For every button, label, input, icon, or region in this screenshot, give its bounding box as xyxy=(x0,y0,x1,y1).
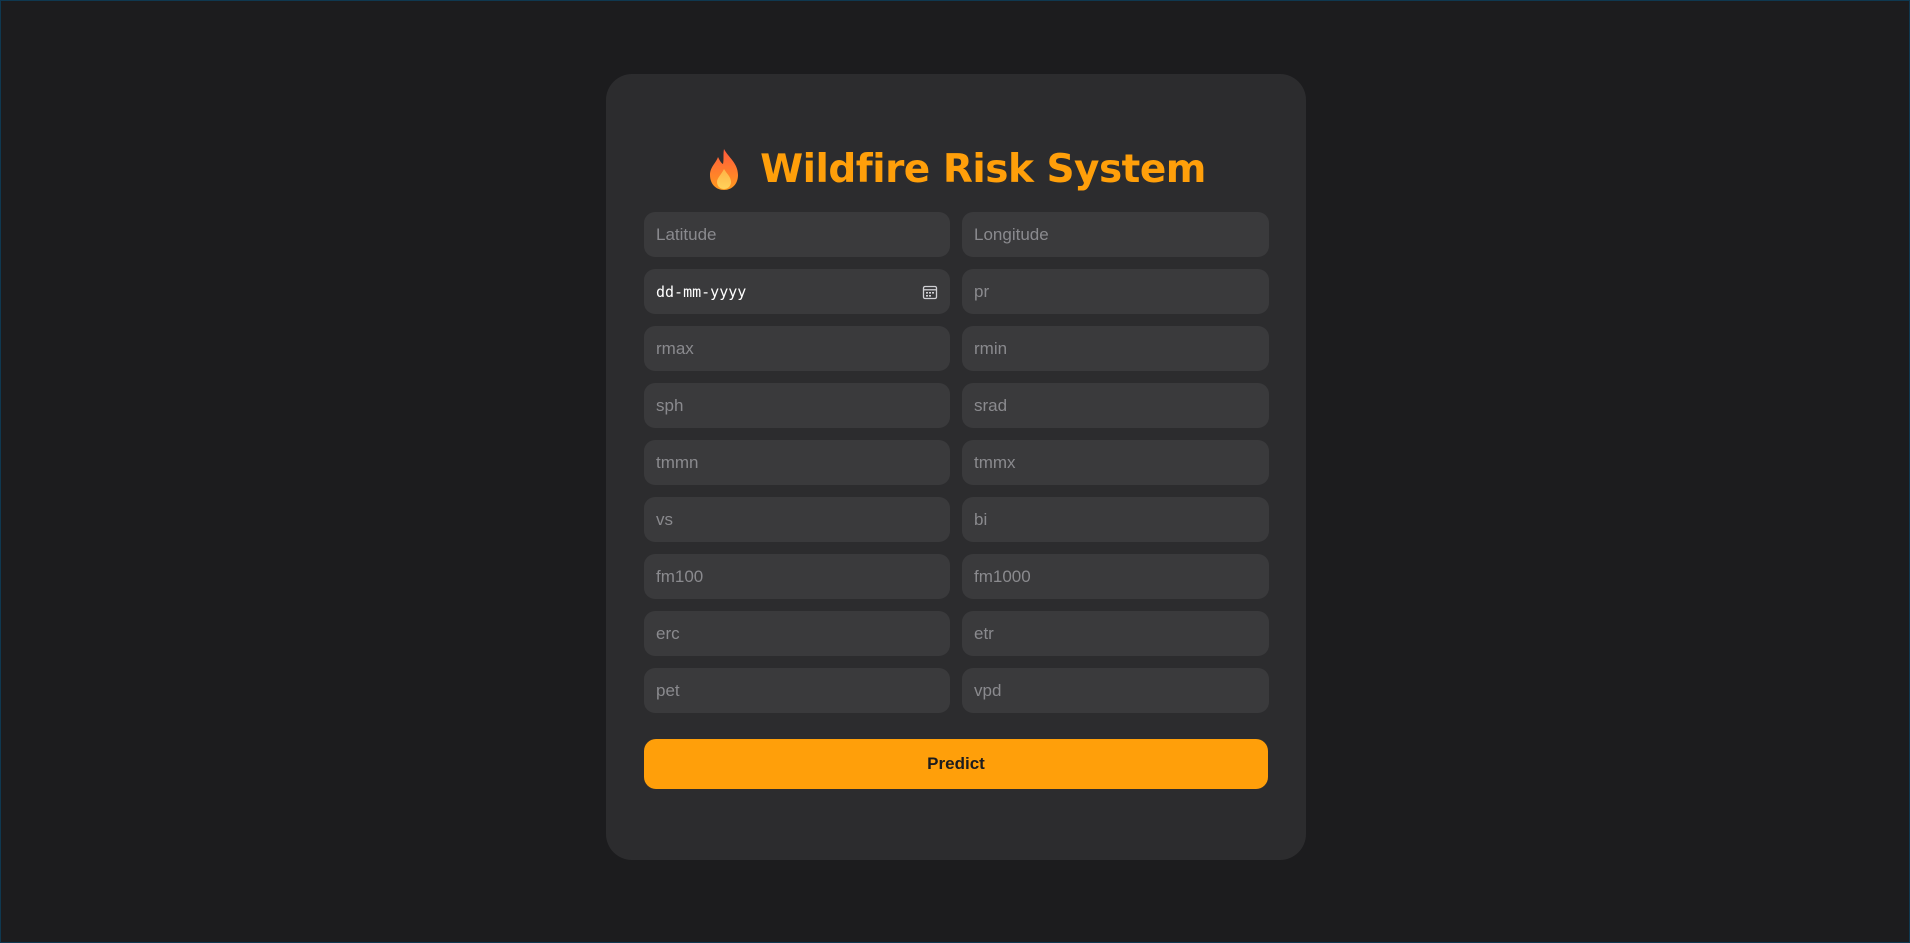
tmmx-input[interactable] xyxy=(974,452,1257,473)
pr-input[interactable] xyxy=(974,281,1257,302)
vs-input[interactable] xyxy=(656,509,938,530)
tmmx-field[interactable] xyxy=(962,440,1269,485)
rmin-input[interactable] xyxy=(974,338,1257,359)
date-field[interactable]: dd-mm-yyyy xyxy=(644,269,950,314)
tmmn-field[interactable] xyxy=(644,440,950,485)
sph-input[interactable] xyxy=(656,395,938,416)
vpd-field[interactable] xyxy=(962,668,1269,713)
srad-input[interactable] xyxy=(974,395,1257,416)
etr-input[interactable] xyxy=(974,623,1257,644)
pet-field[interactable] xyxy=(644,668,950,713)
erc-field[interactable] xyxy=(644,611,950,656)
vs-field[interactable] xyxy=(644,497,950,542)
fm100-field[interactable] xyxy=(644,554,950,599)
rmin-field[interactable] xyxy=(962,326,1269,371)
header: Wildfire Risk System xyxy=(644,144,1268,194)
flame-icon xyxy=(706,147,742,191)
bi-input[interactable] xyxy=(974,509,1257,530)
longitude-field[interactable] xyxy=(962,212,1269,257)
fm100-input[interactable] xyxy=(656,566,938,587)
calendar-icon[interactable] xyxy=(922,284,938,300)
fm1000-field[interactable] xyxy=(962,554,1269,599)
page-title: Wildfire Risk System xyxy=(760,146,1206,192)
pet-input[interactable] xyxy=(656,680,938,701)
latitude-input[interactable] xyxy=(656,224,938,245)
vpd-input[interactable] xyxy=(974,680,1257,701)
tmmn-input[interactable] xyxy=(656,452,938,473)
prediction-card: Wildfire Risk System dd-mm-yyyy xyxy=(606,74,1306,860)
input-grid: dd-mm-yyyy xyxy=(644,212,1269,713)
longitude-input[interactable] xyxy=(974,224,1257,245)
rmax-field[interactable] xyxy=(644,326,950,371)
date-input[interactable]: dd-mm-yyyy xyxy=(656,283,922,301)
latitude-field[interactable] xyxy=(644,212,950,257)
srad-field[interactable] xyxy=(962,383,1269,428)
fm1000-input[interactable] xyxy=(974,566,1257,587)
etr-field[interactable] xyxy=(962,611,1269,656)
erc-input[interactable] xyxy=(656,623,938,644)
bi-field[interactable] xyxy=(962,497,1269,542)
sph-field[interactable] xyxy=(644,383,950,428)
rmax-input[interactable] xyxy=(656,338,938,359)
predict-button[interactable]: Predict xyxy=(644,739,1268,789)
pr-field[interactable] xyxy=(962,269,1269,314)
